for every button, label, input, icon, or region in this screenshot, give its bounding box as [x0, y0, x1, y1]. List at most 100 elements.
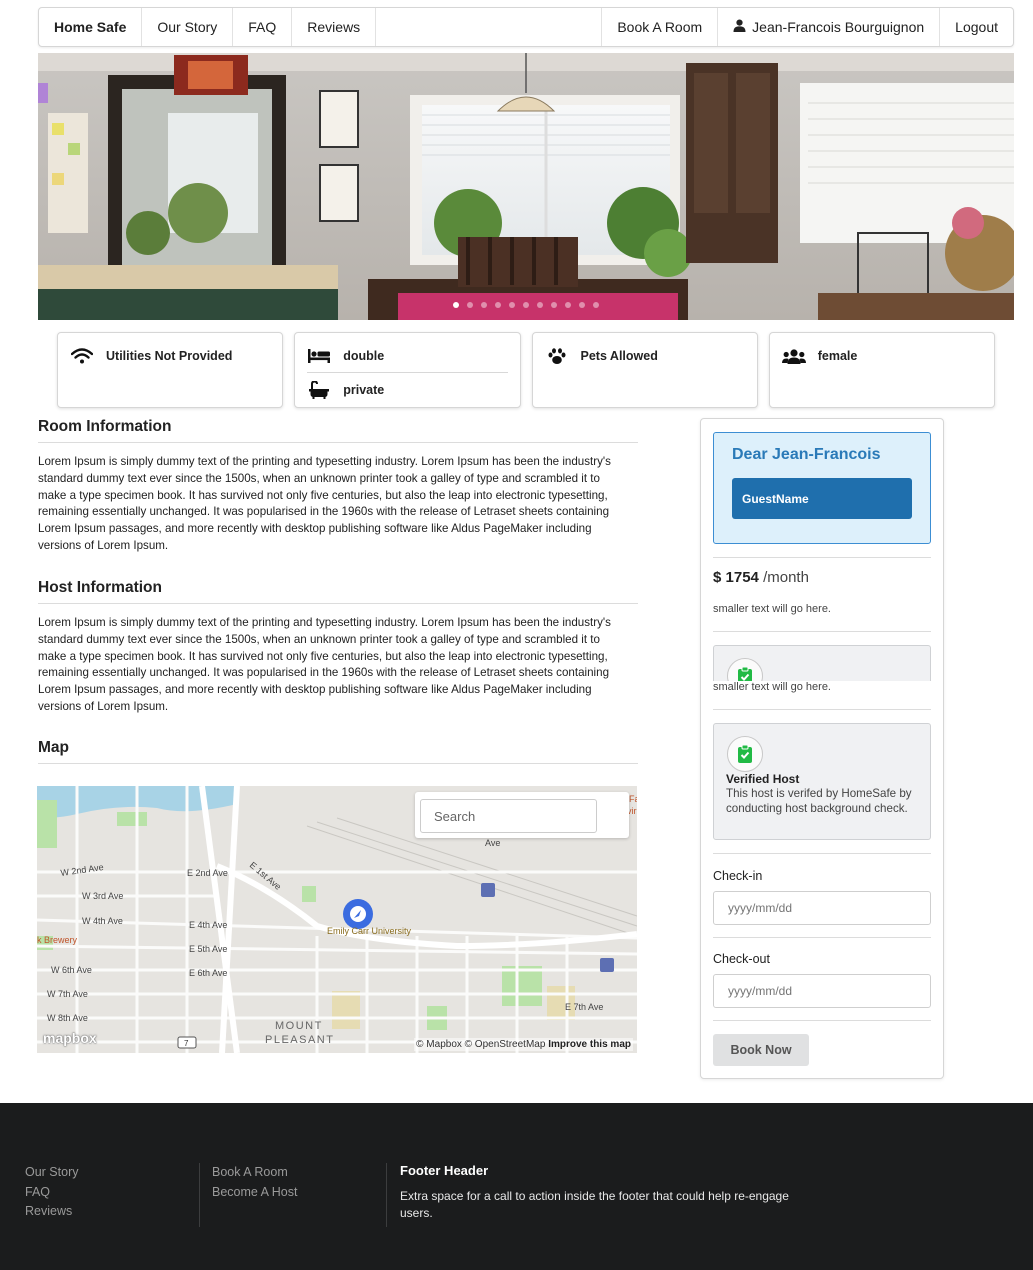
- feature-card-gender: female: [768, 332, 995, 408]
- user-icon: [733, 19, 746, 35]
- verified-host-box: Verified Host This host is verifed by Ho…: [713, 723, 931, 840]
- nav-logout[interactable]: Logout: [940, 8, 1013, 46]
- feature-pets-label: Pets Allowed: [580, 349, 658, 363]
- map-label: W 4th Ave: [82, 916, 123, 926]
- room-photo-carousel[interactable]: [38, 53, 1014, 320]
- carousel-dot[interactable]: [523, 302, 529, 308]
- footer-link-reviews[interactable]: Reviews: [25, 1202, 79, 1222]
- carousel-dot[interactable]: [593, 302, 599, 308]
- map-label: W 7th Ave: [47, 989, 88, 999]
- paw-icon: [545, 347, 569, 365]
- map-label: W 6th Ave: [51, 965, 92, 975]
- footer-links-col1: Our Story FAQ Reviews: [25, 1163, 79, 1222]
- nav-faq[interactable]: FAQ: [233, 8, 293, 46]
- map-place-label: Emily Carr University: [327, 926, 412, 936]
- map-label: Ave: [485, 838, 500, 848]
- divider: [713, 1020, 931, 1021]
- footer-header: Footer Header: [400, 1163, 489, 1178]
- bed-icon: [307, 348, 331, 363]
- divider: [713, 853, 931, 854]
- footer-divider: [199, 1163, 200, 1227]
- badge-box-partial: [713, 645, 931, 681]
- guest-name-button[interactable]: GuestName: [732, 478, 912, 519]
- map-search-input[interactable]: [420, 799, 597, 833]
- footer-link-become-a-host[interactable]: Become A Host: [212, 1183, 297, 1203]
- map-place-label: MOUNT: [275, 1020, 323, 1032]
- booking-sidebar: Dear Jean-Francois GuestName $ 1754 /mon…: [700, 418, 944, 1079]
- checkin-label: Check-in: [713, 869, 763, 883]
- feature-card-bed-bath: double private: [294, 332, 521, 408]
- mapbox-logo[interactable]: mapbox: [43, 1030, 97, 1046]
- host-info-heading: Host Information: [38, 579, 638, 604]
- nav-book-a-room[interactable]: Book A Room: [602, 8, 719, 46]
- nav-brand-home-safe[interactable]: Home Safe: [39, 8, 143, 46]
- nav-user-menu[interactable]: Jean-Francois Bourguignon: [718, 8, 941, 46]
- footer-link-our-story[interactable]: Our Story: [25, 1163, 79, 1183]
- feature-bath-label: private: [343, 383, 385, 397]
- footer-links-col2: Book A Room Become A Host: [212, 1163, 297, 1202]
- nav-spacer: [376, 8, 603, 46]
- carousel-dot[interactable]: [495, 302, 501, 308]
- carousel-dot[interactable]: [537, 302, 543, 308]
- book-now-button[interactable]: Book Now: [713, 1034, 809, 1066]
- top-navbar: Home Safe Our Story FAQ Reviews Book A R…: [38, 7, 1014, 47]
- room-info-heading: Room Information: [38, 418, 638, 443]
- price-note: smaller text will go here.: [713, 603, 831, 615]
- feature-utilities-label: Utilities Not Provided: [106, 349, 233, 363]
- map-label: E 6th Ave: [189, 968, 227, 978]
- price-display: $ 1754 /month: [713, 569, 809, 586]
- divider: [713, 709, 931, 710]
- carousel-dot[interactable]: [453, 302, 459, 308]
- checkin-date-input[interactable]: [713, 891, 931, 925]
- footer-cta: Footer Header Extra space for a call to …: [400, 1163, 810, 1221]
- footer: Our Story FAQ Reviews Book A Room Become…: [0, 1103, 1033, 1270]
- map-label: E 5th Ave: [189, 944, 227, 954]
- feature-card-pets: Pets Allowed: [531, 332, 758, 408]
- feature-bed-label: double: [343, 348, 385, 363]
- carousel-dot[interactable]: [481, 302, 487, 308]
- room-info-text: Lorem Ipsum is simply dummy text of the …: [38, 455, 611, 552]
- verified-host-title: Verified Host: [726, 772, 800, 786]
- map-label: E 4th Ave: [189, 920, 227, 930]
- carousel-dot[interactable]: [565, 302, 571, 308]
- room-photo: [38, 53, 1014, 320]
- carousel-dots: [38, 302, 1014, 308]
- host-info-text: Lorem Ipsum is simply dummy text of the …: [38, 616, 611, 713]
- map-place-label: k Brewery: [37, 935, 78, 945]
- users-icon: [781, 348, 806, 364]
- nav-our-story[interactable]: Our Story: [142, 8, 234, 46]
- improve-map-link[interactable]: Improve this map: [548, 1039, 631, 1050]
- price-amount: 1754: [725, 569, 759, 586]
- route-shield-label: 7: [184, 1039, 189, 1048]
- map-label: W 8th Ave: [47, 1013, 88, 1023]
- map-attribution: © Mapbox © OpenStreetMap Improve this ma…: [414, 1038, 633, 1051]
- bath-icon: [307, 381, 331, 399]
- footer-link-faq[interactable]: FAQ: [25, 1183, 79, 1203]
- map-attribution-text[interactable]: © Mapbox © OpenStreetMap: [416, 1039, 545, 1050]
- price-currency: $: [713, 569, 722, 586]
- carousel-dot[interactable]: [467, 302, 473, 308]
- map-place-label: PLEASANT: [265, 1034, 334, 1046]
- greeting-box: Dear Jean-Francois GuestName: [713, 432, 931, 544]
- location-map[interactable]: W 2nd Ave E 2nd Ave E 1st Ave W 3rd Ave …: [37, 786, 637, 1053]
- verified-host-text: This host is verifed by HomeSafe by cond…: [726, 787, 912, 815]
- nav-user-name: Jean-Francois Bourguignon: [752, 19, 925, 35]
- carousel-dot[interactable]: [551, 302, 557, 308]
- clipboard-check-icon: [727, 736, 763, 772]
- map-label: W 3rd Ave: [82, 891, 123, 901]
- price-period: /month: [763, 569, 809, 586]
- badge-note: smaller text will go here.: [713, 681, 831, 693]
- footer-divider: [386, 1163, 387, 1227]
- greeting-title: Dear Jean-Francois: [732, 446, 881, 463]
- map-heading: Map: [38, 739, 638, 764]
- checkout-date-input[interactable]: [713, 974, 931, 1008]
- room-features: Utilities Not Provided double private Pe…: [57, 332, 995, 408]
- map-label: E 2nd Ave: [187, 868, 228, 878]
- carousel-dot[interactable]: [509, 302, 515, 308]
- nav-reviews[interactable]: Reviews: [292, 8, 377, 46]
- footer-link-book-a-room[interactable]: Book A Room: [212, 1163, 297, 1183]
- carousel-dot[interactable]: [579, 302, 585, 308]
- map-search-container: [415, 792, 629, 838]
- checkout-label: Check-out: [713, 952, 770, 966]
- divider: [713, 631, 931, 632]
